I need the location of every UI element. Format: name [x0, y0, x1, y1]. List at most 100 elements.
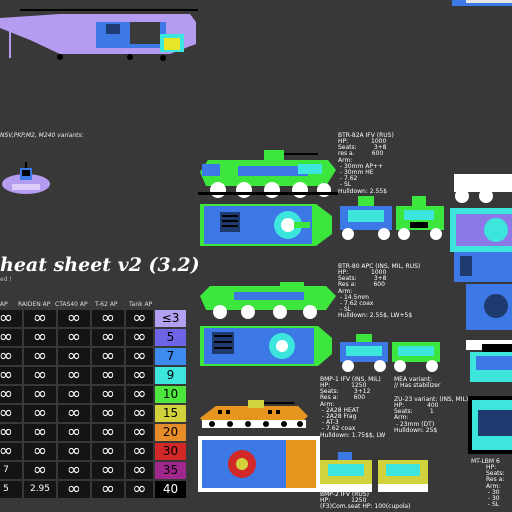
variants-note: NSV,PKP,M2, M240 variants: [0, 132, 84, 139]
table-cell: ∞ [126, 348, 153, 365]
table-cell: ∞ [126, 329, 153, 346]
table-cell: ∞ [126, 424, 153, 441]
table-row: ∞ ∞ ∞ ∞ ∞ 20 [0, 424, 186, 441]
btr80-front-view [340, 334, 388, 372]
table-cell: ∞ [0, 405, 22, 422]
table-cell: ∞ [126, 405, 153, 422]
ap-damage-table: ∞ ∞ ∞ ∞ ∞ ≤3 ∞ ∞ ∞ ∞ ∞ 5 ∞ ∞ ∞ ∞ ∞ 7 ∞ ∞ ∞ ∞ ∞ 9 ∞ ∞ ∞ ∞ ∞ 10 ∞ ∞ ∞… [0, 308, 188, 500]
table-cell: ∞ [0, 348, 22, 365]
bmp1-side-view [200, 400, 308, 428]
bmp1-front-view [320, 452, 372, 492]
table-cell: ∞ [24, 310, 56, 327]
vehicle-fragment-top [452, 0, 512, 6]
table-cell: ∞ [92, 329, 124, 346]
vehicle-fragment-right-1 [450, 174, 512, 252]
table-cell: ∞ [58, 329, 90, 346]
armor-level-cell: 10 [155, 386, 186, 403]
table-cell: ∞ [0, 310, 22, 327]
armor-level-cell: 30 [155, 443, 186, 460]
bmp1-top-view [198, 436, 320, 492]
column-header-ctas40: CTAS40 AP [55, 301, 88, 308]
table-cell: ∞ [92, 424, 124, 441]
mtlbm-stats: HP: Seats: Res a: Arm: - 30 - 30 - SL [486, 464, 505, 509]
table-cell: 7 [0, 462, 22, 479]
btr80-top-view [200, 326, 332, 366]
table-cell: ∞ [24, 348, 56, 365]
table-cell: ∞ [92, 348, 124, 365]
table-cell: 2.95 [24, 481, 56, 498]
mtlbm-sprite [472, 400, 512, 450]
armor-level-cell: 7 [155, 348, 186, 365]
table-cell: ∞ [24, 367, 56, 384]
table-row: ∞ ∞ ∞ ∞ ∞ ≤3 [0, 310, 186, 327]
table-row: ∞ ∞ ∞ ∞ ∞ 15 [0, 405, 186, 422]
table-cell: ∞ [58, 424, 90, 441]
vehicle-fragment-right-2 [454, 252, 512, 382]
table-row: ∞ ∞ ∞ ∞ ∞ 10 [0, 386, 186, 403]
table-cell: ∞ [92, 405, 124, 422]
table-cell: ∞ [92, 367, 124, 384]
table-row: ∞ ∞ ∞ ∞ ∞ 7 [0, 348, 186, 365]
table-row: ∞ ∞ ∞ ∞ ∞ 9 [0, 367, 186, 384]
btr82a-side-view [198, 150, 338, 198]
table-cell: ∞ [0, 329, 22, 346]
weapon-mount-icon [2, 162, 50, 194]
table-row: 5 2.95 ∞ ∞ ∞ 40 [0, 481, 186, 498]
bmp1-stats: HP: 1250 Seats: 3+12 Res a: 600 Arm: - 2… [320, 382, 386, 439]
table-cell: ∞ [58, 405, 90, 422]
table-row: ∞ ∞ ∞ ∞ ∞ 5 [0, 329, 186, 346]
btr80-side-view [200, 282, 336, 319]
table-cell: ∞ [0, 443, 22, 460]
table-cell: ∞ [126, 386, 153, 403]
btr82a-stats: HP: 1000 Seats: 3+8 res a. 600 Arm: - 30… [338, 138, 387, 195]
armor-level-cell: ≤3 [155, 310, 186, 327]
table-cell: ∞ [0, 424, 22, 441]
armor-level-cell: 15 [155, 405, 186, 422]
table-cell: ∞ [24, 424, 56, 441]
armor-level-cell: 35 [155, 462, 186, 479]
column-header-t62: T-62 AP [95, 301, 118, 308]
column-header-raiden: RAIDEN AP [18, 301, 51, 308]
table-cell: ∞ [58, 462, 90, 479]
table-cell: ∞ [58, 443, 90, 460]
table-cell: ∞ [58, 348, 90, 365]
table-cell: 5 [0, 481, 22, 498]
table-cell: ∞ [58, 310, 90, 327]
table-cell: ∞ [58, 367, 90, 384]
table-cell: ∞ [24, 462, 56, 479]
table-cell: ∞ [0, 367, 22, 384]
table-cell: ∞ [92, 462, 124, 479]
btr82a-top-view [200, 204, 332, 246]
btr80-rear-view [392, 342, 440, 372]
armor-level-cell: 5 [155, 329, 186, 346]
table-cell: ∞ [24, 386, 56, 403]
table-cell: ∞ [92, 443, 124, 460]
table-cell: ∞ [24, 443, 56, 460]
armor-level-cell: 20 [155, 424, 186, 441]
table-cell: ∞ [58, 386, 90, 403]
table-cell: ∞ [58, 481, 90, 498]
table-cell: ∞ [126, 462, 153, 479]
bmp2-stats: HP: 1250 (F3)Com.seat HP: 100(cupola) [320, 497, 411, 511]
table-cell: ∞ [24, 405, 56, 422]
table-cell: ∞ [92, 386, 124, 403]
table-cell: ∞ [92, 481, 124, 498]
table-row: ∞ ∞ ∞ ∞ ∞ 30 [0, 443, 186, 460]
table-cell: ∞ [126, 481, 153, 498]
table-cell: ∞ [0, 386, 22, 403]
column-header-ap: AP [0, 301, 8, 308]
zu23-variant-stats: HP: 400 Seats: 1 Arm: - 23mm (DT) Hulldo… [394, 402, 439, 434]
table-cell: ∞ [126, 443, 153, 460]
armor-level-cell: 40 [155, 481, 186, 498]
btr82a-rear-view [396, 196, 444, 240]
table-cell: ∞ [126, 310, 153, 327]
cheat-sheet-title: heat sheet v2 (3.2) [0, 254, 200, 276]
bmp1-rear-view [378, 460, 428, 492]
table-cell: ∞ [92, 310, 124, 327]
btr82a-front-view [340, 196, 392, 240]
btr80-stats: HP: 1000 Seats: 3+8 Res a: 600 Arm: - 14… [338, 269, 413, 320]
table-cell: ∞ [24, 329, 56, 346]
table-cell: ∞ [126, 367, 153, 384]
mea-variant-note: // Has stabilizer [394, 382, 441, 389]
cheat-sheet-subtitle: ed ! [0, 276, 12, 283]
